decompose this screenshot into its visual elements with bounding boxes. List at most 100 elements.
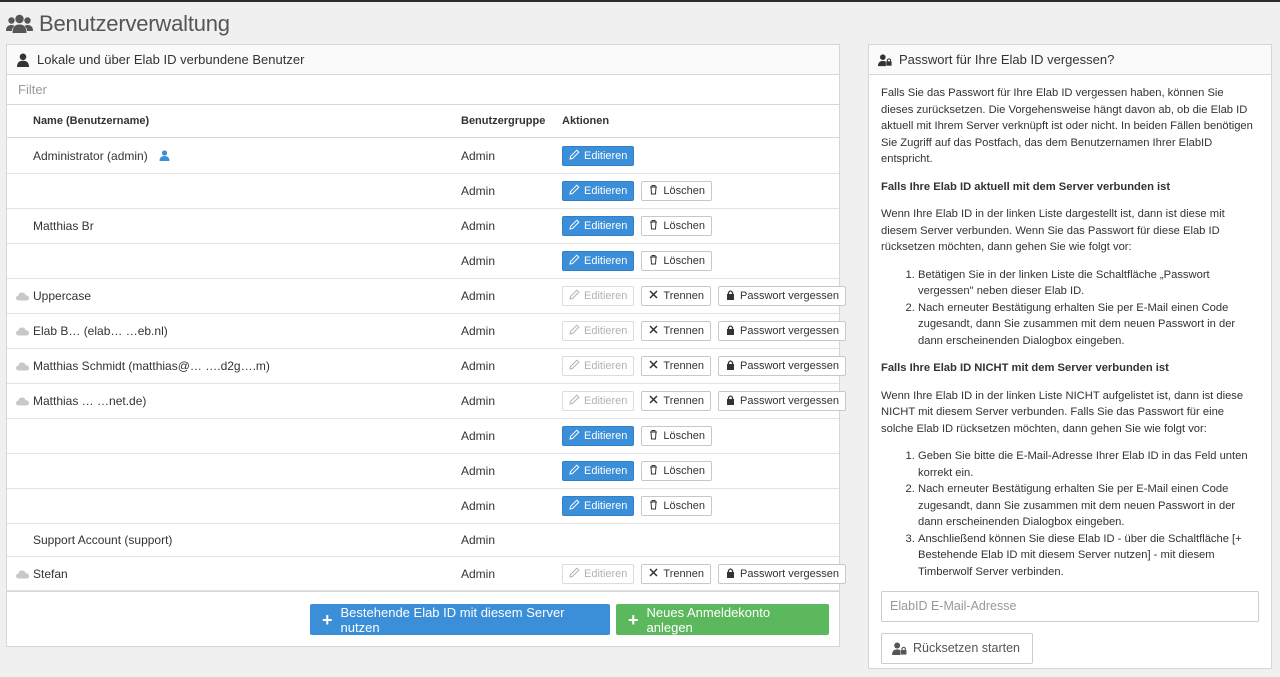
use-existing-elab-id-button[interactable]: + Bestehende Elab ID mit diesem Server n…: [310, 604, 610, 635]
email-field[interactable]: ElabID E-Mail-Adresse: [881, 591, 1259, 622]
cloud-icon: [16, 570, 29, 578]
button-label: Trennen: [663, 395, 704, 407]
user-icon: [17, 53, 29, 67]
forgot-password-button[interactable]: Passwort vergessen: [717, 321, 847, 341]
pencil-icon: [569, 148, 580, 163]
new-account-label: Neues Anmeldekonto anlegen: [646, 604, 771, 635]
user-group: Admin: [461, 464, 496, 478]
edit-button[interactable]: Editieren: [562, 286, 635, 306]
user-name: Elab B… (elab… …eb.nl): [33, 324, 168, 338]
reset-start-button[interactable]: Rücksetzen starten: [881, 633, 1033, 664]
intro-text: Falls Sie das Passwort für Ihre Elab ID …: [881, 87, 1253, 165]
table-row: Uppercase Admin Editieren Trennen Passwort v…: [7, 279, 847, 314]
pencil-icon: [569, 464, 580, 478]
pencil-icon: [569, 566, 580, 581]
table-row: Support Account (support) Admin: [7, 524, 839, 557]
disconnect-button[interactable]: Trennen: [641, 391, 711, 411]
forgot-password-button[interactable]: Passwort vergessen: [717, 563, 847, 584]
disconnect-button[interactable]: Trennen: [641, 321, 711, 341]
trash-icon: [648, 464, 659, 478]
table-row: Matthias … …net.de) Admin Editieren Trennen…: [7, 384, 847, 419]
delete-button[interactable]: Löschen: [641, 461, 713, 481]
actions-cell: Editieren Löschen: [562, 181, 713, 201]
edit-button[interactable]: Editieren: [562, 391, 635, 411]
close-icon: [648, 324, 659, 338]
actions-cell: Editieren Löschen: [562, 461, 713, 481]
plus-icon: +: [628, 609, 639, 630]
button-label: Editieren: [584, 290, 628, 302]
button-label: Löschen: [663, 430, 706, 442]
delete-button[interactable]: Löschen: [641, 251, 713, 271]
button-label: Löschen: [663, 185, 706, 197]
forgot-password-button[interactable]: Passwort vergessen: [717, 356, 847, 376]
disconnect-button[interactable]: Trennen: [641, 356, 711, 376]
user-group: Admin: [461, 359, 496, 373]
edit-button[interactable]: Editieren: [562, 321, 635, 341]
not-connected-heading: Falls Ihre Elab ID NICHT mit dem Server …: [881, 362, 1169, 374]
disconnect-button[interactable]: Trennen: [641, 563, 711, 584]
user-group: Admin: [461, 566, 496, 581]
edit-button[interactable]: Editieren: [562, 145, 635, 166]
edit-button[interactable]: Editieren: [562, 251, 635, 271]
button-label: Löschen: [663, 465, 706, 477]
table-row: Matthias Br Admin Editieren Löschen: [7, 209, 839, 244]
use-existing-elab-id-label: Bestehende Elab ID mit diesem Server nut…: [340, 604, 565, 635]
delete-button[interactable]: Löschen: [641, 426, 713, 446]
filter-input[interactable]: Filter: [7, 75, 839, 105]
user-name-cell: Matthias Schmidt (matthias@… ….d2g….m): [16, 359, 270, 373]
button-label: Passwort vergessen: [739, 567, 840, 580]
delete-button[interactable]: Löschen: [641, 181, 713, 201]
pencil-icon: [569, 429, 580, 443]
user-name: Stefan: [33, 566, 68, 581]
user-name: Matthias … …net.de): [33, 394, 147, 408]
forgot-password-button[interactable]: Passwort vergessen: [717, 286, 847, 306]
lock-icon: [725, 394, 736, 408]
button-label: Editieren: [584, 325, 628, 337]
lock-icon: [725, 324, 736, 338]
delete-button[interactable]: Löschen: [641, 216, 713, 236]
users-panel-footer: + Bestehende Elab ID mit diesem Server n…: [7, 591, 839, 646]
button-label: Löschen: [663, 500, 706, 512]
lock-icon: [725, 359, 736, 373]
user-name-cell: Support Account (support): [33, 533, 172, 547]
button-label: Editieren: [584, 360, 628, 372]
user-name-cell: Matthias Br: [33, 219, 94, 233]
users-panel-title: Lokale und über Elab ID verbundene Benut…: [37, 52, 305, 67]
cloud-icon: [16, 292, 29, 301]
user-group: Admin: [461, 429, 496, 443]
connected-text: Wenn Ihre Elab ID in der linken Liste da…: [881, 208, 1225, 253]
close-icon: [648, 394, 659, 408]
edit-button[interactable]: Editieren: [562, 461, 635, 481]
button-label: Trennen: [663, 360, 704, 372]
table-row: Stefan Admin Editieren Trennen Passwort verg…: [7, 557, 847, 591]
email-placeholder: ElabID E-Mail-Adresse: [890, 599, 1017, 614]
trash-icon: [648, 219, 659, 233]
user-name-cell: Administrator (admin): [33, 149, 170, 163]
users-table-body: Administrator (admin) Admin Editieren Admin…: [7, 138, 847, 591]
forgot-password-button[interactable]: Passwort vergessen: [717, 391, 847, 411]
edit-button[interactable]: Editieren: [562, 216, 635, 236]
new-account-button[interactable]: + Neues Anmeldekonto anlegen: [616, 604, 829, 635]
forgot-password-header: Passwort für Ihre Elab ID vergessen?: [869, 45, 1271, 75]
edit-button[interactable]: Editieren: [562, 356, 635, 376]
edit-button[interactable]: Editieren: [562, 426, 635, 446]
disconnect-button[interactable]: Trennen: [641, 286, 711, 306]
cloud-icon: [16, 397, 29, 406]
actions-cell: Editieren Löschen: [562, 216, 713, 236]
button-label: Passwort vergessen: [739, 325, 840, 337]
button-label: Editieren: [584, 567, 628, 580]
button-label: Passwort vergessen: [739, 360, 840, 372]
edit-button[interactable]: Editieren: [562, 181, 635, 201]
user-name: Uppercase: [33, 289, 92, 303]
column-group-header[interactable]: Benutzergruppe: [461, 115, 545, 127]
close-icon: [648, 359, 659, 373]
column-name-header[interactable]: Name (Benutzername): [33, 115, 149, 127]
actions-cell: Editieren Trennen Passwort vergessen: [562, 563, 847, 584]
button-label: Passwort vergessen: [739, 290, 840, 302]
button-label: Editieren: [584, 255, 628, 267]
edit-button[interactable]: Editieren: [562, 563, 635, 584]
delete-button[interactable]: Löschen: [641, 496, 713, 516]
button-label: Passwort vergessen: [739, 395, 840, 407]
users-group-icon: [6, 14, 33, 33]
edit-button[interactable]: Editieren: [562, 496, 635, 516]
